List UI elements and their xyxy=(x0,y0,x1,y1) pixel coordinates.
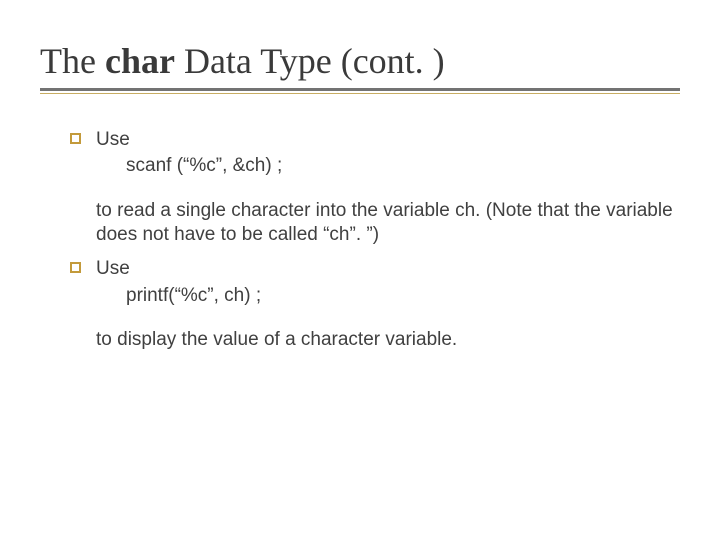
slide-body: Use scanf (“%c”, &ch) ; to read a single… xyxy=(40,128,680,352)
slide-title: The char Data Type (cont. ) xyxy=(40,40,680,82)
bullet1-continuation: to read a single character into the vari… xyxy=(54,199,680,248)
bullet1-code: scanf (“%c”, &ch) ; xyxy=(96,154,680,178)
bullet-item-2: Use printf(“%c”, ch) ; xyxy=(54,257,680,308)
bullet2-lead: Use xyxy=(96,257,680,281)
bullet1-lead: Use xyxy=(96,128,680,152)
bullet2-continuation: to display the value of a character vari… xyxy=(54,328,680,352)
bullet-item-1: Use scanf (“%c”, &ch) ; xyxy=(54,128,680,179)
title-rule-top xyxy=(40,88,680,91)
title-pre: The xyxy=(40,41,105,81)
bullet2-code: printf(“%c”, ch) ; xyxy=(96,284,680,308)
title-post: Data Type (cont. ) xyxy=(175,41,445,81)
square-bullet-icon xyxy=(70,262,81,273)
title-rule-bottom xyxy=(40,93,680,94)
title-bold: char xyxy=(105,41,175,81)
square-bullet-icon xyxy=(70,133,81,144)
title-rule xyxy=(40,88,680,94)
slide: The char Data Type (cont. ) Use scanf (“… xyxy=(0,0,720,540)
